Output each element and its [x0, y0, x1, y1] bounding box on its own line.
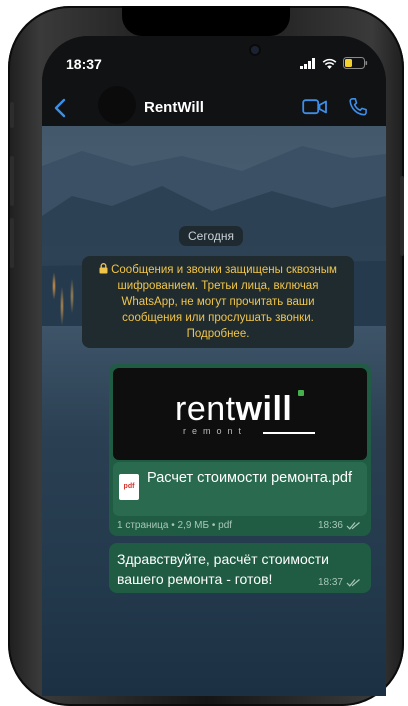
- battery-icon: [343, 57, 368, 69]
- text-message-bubble[interactable]: Здравствуйте, расчёт стоимости вашего ре…: [109, 543, 371, 593]
- contact-name[interactable]: RentWill: [144, 99, 204, 116]
- signal-icon: [300, 57, 315, 69]
- front-camera: [251, 46, 259, 54]
- document-message-bubble[interactable]: rentwill remont pdf Расчет стоимости рем…: [109, 364, 371, 536]
- chat-header: RentWill: [42, 86, 386, 126]
- notch: [122, 6, 290, 36]
- contact-avatar[interactable]: [98, 86, 136, 124]
- logo-text-bold: will: [235, 390, 293, 428]
- rentwill-logo: rentwill: [175, 392, 292, 426]
- double-check-icon: [346, 579, 360, 587]
- chat-wallpaper: Сегодня Сообщения и звонки защищены скво…: [42, 126, 386, 696]
- double-check-icon: [346, 522, 360, 530]
- video-call-icon[interactable]: [302, 98, 328, 116]
- power-button: [400, 176, 404, 256]
- back-chevron-icon[interactable]: [50, 97, 72, 119]
- wifi-icon: [322, 58, 337, 69]
- document-file-row[interactable]: pdf Расчет стоимости ремонта.pdf: [113, 462, 367, 516]
- volume-up-button: [10, 156, 14, 206]
- pdf-file-icon: pdf: [119, 474, 139, 500]
- date-divider: Сегодня: [179, 226, 243, 246]
- status-icons: [300, 57, 368, 69]
- logo-underline: [263, 432, 315, 434]
- phone-frame: 18:37 RentWill Сегодня Сообщения и звонк…: [8, 6, 404, 706]
- volume-down-button: [10, 218, 14, 268]
- encryption-notice[interactable]: Сообщения и звонки защищены сквозным шиф…: [82, 256, 354, 348]
- document-file-name: Расчет стоимости ремонта.pdf: [147, 470, 352, 486]
- text-message-time: 18:37: [318, 577, 361, 588]
- status-bar: 18:37: [42, 36, 386, 90]
- encryption-notice-text: Сообщения и звонки защищены сквозным шиф…: [111, 264, 337, 340]
- logo-text-light: rent: [175, 390, 236, 428]
- document-meta: 1 страница • 2,9 МБ • pdf: [117, 520, 233, 531]
- lock-icon: [99, 263, 108, 274]
- phone-call-icon[interactable]: [348, 97, 368, 117]
- text-time-text: 18:37: [317, 577, 343, 588]
- document-message-time: 18:36: [318, 520, 361, 531]
- logo-subtitle: remont: [183, 426, 248, 436]
- mute-switch: [10, 102, 14, 128]
- status-time: 18:37: [66, 56, 102, 72]
- document-time-text: 18:36: [317, 520, 343, 531]
- document-preview[interactable]: rentwill remont: [113, 368, 367, 460]
- logo-green-dot: [298, 390, 304, 396]
- phone-screen: 18:37 RentWill Сегодня Сообщения и звонк…: [42, 36, 386, 696]
